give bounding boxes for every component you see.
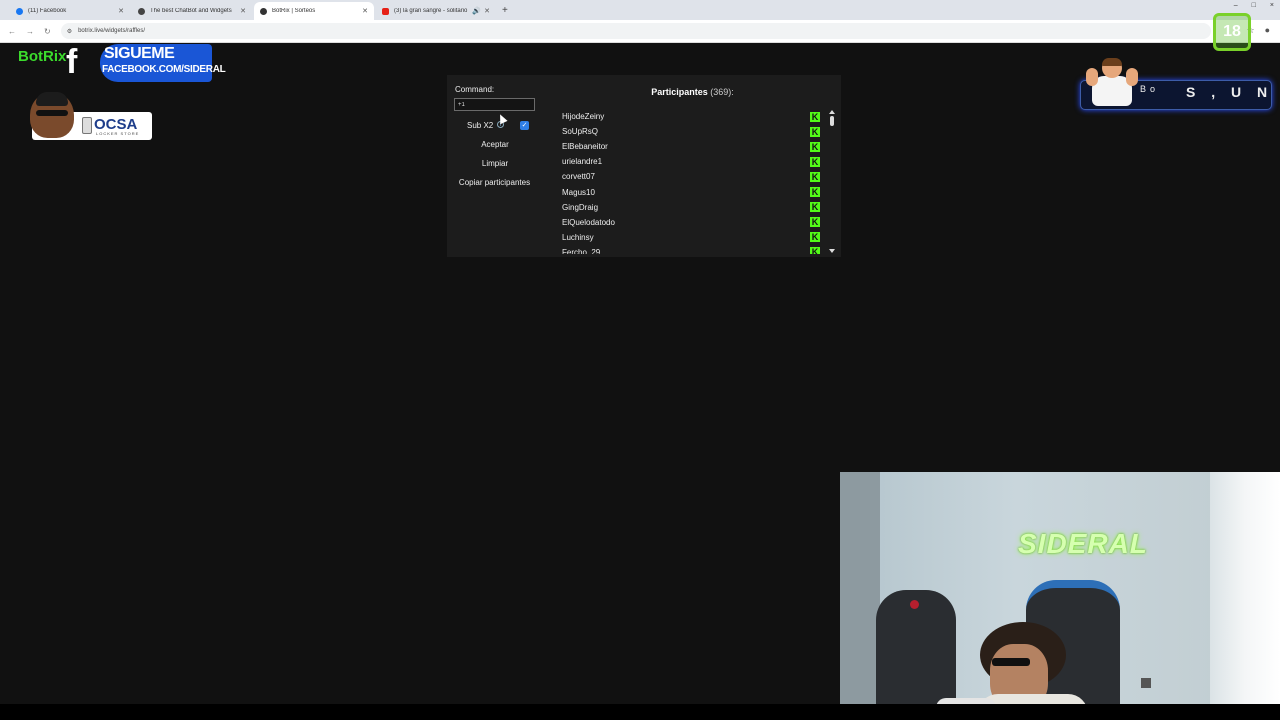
age-rating-badge: 18 [1213,13,1251,51]
sub-x2-checkbox[interactable]: ✓ [520,121,529,130]
taskbar [0,704,1280,720]
kick-platform-icon: K [810,202,820,213]
accept-button[interactable]: Aceptar [470,138,520,152]
tab-close-icon[interactable]: ✕ [484,7,490,15]
tab-label: (3) la gran sangre - solitario [394,8,468,14]
neon-sign: SIDERAL [1018,528,1148,559]
botrix-favicon-icon [260,7,267,15]
url-text: botrix.live/widgets/raffles/ [78,28,146,34]
clear-button[interactable]: Limpiar [470,157,520,171]
kick-platform-icon: K [810,141,820,152]
participants-label: Participantes [651,87,708,97]
nav-buttons: ← → ↻ [0,27,51,36]
browser-tab-facebook[interactable]: (11) Facebook ✕ [10,2,130,20]
new-tab-button[interactable]: + [502,2,508,20]
participant-row: ElBebaneitor K [550,139,826,154]
facebook-favicon-icon [16,7,23,15]
scroll-thumb[interactable] [830,116,834,126]
close-window-button[interactable]: × [1270,2,1274,9]
participant-name: ElQuelodatodo [562,217,615,227]
speaker-icon[interactable]: 🔊 [472,7,481,15]
participant-row: HijodeZeiny K [550,109,826,124]
scroll-up-arrow-icon[interactable] [829,110,835,114]
kick-platform-icon: K [810,217,820,228]
botrix-logo: BotRix [18,48,67,65]
browser-tab-chatbot[interactable]: The best ChatBot and Widgets ✕ [132,2,252,20]
tab-label: BotRix | Sorteos [272,8,316,14]
tab-close-icon[interactable]: ✕ [118,7,124,15]
follow-line2: FACEBOOK.COM/SIDERAL [102,64,226,75]
participant-name: corvett07 [562,172,595,182]
reload-icon[interactable]: ↻ [44,27,51,36]
participants-heading: Participantes (369): [550,87,835,97]
site-info-icon[interactable]: ⚙ [67,28,72,35]
minimize-button[interactable]: – [1234,2,1238,9]
browser-tab-botrix-sorteos[interactable]: BotRix | Sorteos ✕ [254,2,374,20]
maximize-button[interactable]: □ [1252,2,1256,9]
sponsor-subtitle: LOCKER STORE [96,131,140,136]
kick-platform-icon: K [810,247,820,254]
participants-count: (369): [710,87,734,97]
window-curtain [1210,472,1280,720]
facebook-f-icon: f [66,43,78,81]
wall-left [840,472,880,720]
participant-row: GingDraig K [550,200,826,215]
tab-close-icon[interactable]: ✕ [362,7,368,15]
tab-label: The best ChatBot and Widgets [150,8,232,14]
participant-row: Luchinsy K [550,230,826,245]
address-bar-row: ← → ↻ ⚙ botrix.live/widgets/raffles/ ☆ ● [0,20,1280,43]
participant-name: ElBebaneitor [562,142,608,152]
command-input[interactable] [454,98,535,111]
sponsor-avatar [30,92,74,138]
profile-icon[interactable]: ● [1265,25,1270,36]
window-controls: – □ × [1234,2,1274,9]
participant-row: Magus10 K [550,184,826,199]
streamer-glasses [992,658,1030,666]
participants-scrollbar[interactable] [828,109,836,254]
participant-name: HijodeZeiny [562,112,605,122]
participant-name: urielandre1 [562,157,603,167]
participant-name: GingDraig [562,202,599,212]
url-field[interactable]: ⚙ botrix.live/widgets/raffles/ [60,23,1211,39]
participant-name: Luchinsy [562,232,594,242]
webcam-feed: SIDERAL [840,472,1280,720]
forward-arrow-icon[interactable]: → [26,27,34,36]
participant-name: SoUpRsQ [562,127,599,137]
kick-platform-icon: K [810,187,820,198]
mascot-avatar [1086,58,1138,108]
wall-outlet [1141,678,1151,688]
copy-participants-button[interactable]: Copiar participantes [452,176,537,190]
participant-row: corvett07 K [550,169,826,184]
participant-row: ElQuelodatodo K [550,215,826,230]
participants-list[interactable]: HijodeZeiny K SoUpRsQ K ElBebaneitor Kurielan… [550,109,826,254]
kick-platform-icon: K [810,156,820,167]
participant-row: SoUpRsQ K [550,124,826,139]
command-label: Command: [455,85,495,94]
kick-platform-icon: K [810,126,820,137]
lock-tag-icon [82,117,92,134]
chair-logo [910,600,919,609]
right-banner-small-text: Bo [1140,84,1160,94]
sub-x2-label: Sub X2 [467,121,494,130]
follow-line1: SIGUEME [104,45,175,62]
scroll-down-arrow-icon[interactable] [829,249,835,253]
right-banner-text: S , U N [1186,84,1274,100]
back-arrow-icon[interactable]: ← [8,27,16,36]
kick-platform-icon: K [810,111,820,122]
kick-platform-icon: K [810,232,820,243]
follow-banner: SIGUEME FACEBOOK.COM/SIDERAL [100,44,226,82]
participant-row: urielandre1 K [550,154,826,169]
youtube-favicon-icon [382,7,389,15]
participant-name: Fercho_29 [562,247,601,254]
participant-row: Fercho_29 K [550,245,826,254]
chatbot-favicon-icon [138,7,145,15]
browser-tab-bar: (11) Facebook ✕ The best ChatBot and Wid… [0,0,1280,20]
tab-label: (11) Facebook [28,8,67,14]
participant-name: Magus10 [562,187,595,197]
tab-close-icon[interactable]: ✕ [240,7,246,15]
browser-tab-youtube[interactable]: (3) la gran sangre - solitario 🔊 ✕ [376,2,496,20]
kick-platform-icon: K [810,171,820,182]
